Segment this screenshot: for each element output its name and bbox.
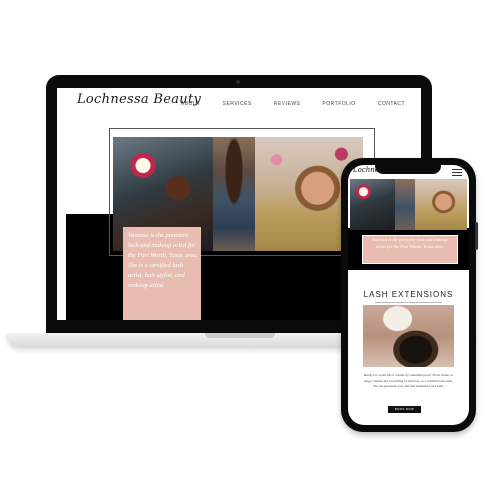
mobile-photo-b <box>395 179 415 230</box>
book-now-button[interactable]: BOOK NOW <box>388 406 421 413</box>
laptop-camera <box>236 80 240 84</box>
lash-description: Ready for a lash lift or wanna try somet… <box>363 373 454 388</box>
nav-reviews[interactable]: REVIEWS <box>274 101 301 107</box>
menu-icon[interactable] <box>452 169 462 178</box>
nav-services[interactable]: SERVICES <box>223 101 252 107</box>
laptop-notch <box>205 333 275 338</box>
main-nav: ABOUT SERVICES REVIEWS PORTFOLIO CONTACT <box>181 101 405 107</box>
intro-text: Vanessa is the premiere lash and makeup … <box>128 232 198 289</box>
phone-notch <box>375 165 441 174</box>
section-divider <box>375 302 442 303</box>
section-title: LASH EXTENSIONS <box>363 290 454 299</box>
phone-screen: Lochnessa Vanessa is the premiere lash a… <box>348 165 469 425</box>
nav-about[interactable]: ABOUT <box>181 101 201 107</box>
nav-portfolio[interactable]: PORTFOLIO <box>322 101 355 107</box>
hero-photo-plaid <box>213 137 255 251</box>
mobile-photo-c <box>415 179 467 230</box>
phone-side-button <box>475 222 478 250</box>
mobile-intro-text: Vanessa is the premiere lash and makeup … <box>372 237 448 249</box>
nav-contact[interactable]: CONTACT <box>378 101 405 107</box>
mobile-photo-a <box>350 179 395 230</box>
lash-photo <box>363 305 454 367</box>
mobile-hero-collage <box>350 179 467 230</box>
